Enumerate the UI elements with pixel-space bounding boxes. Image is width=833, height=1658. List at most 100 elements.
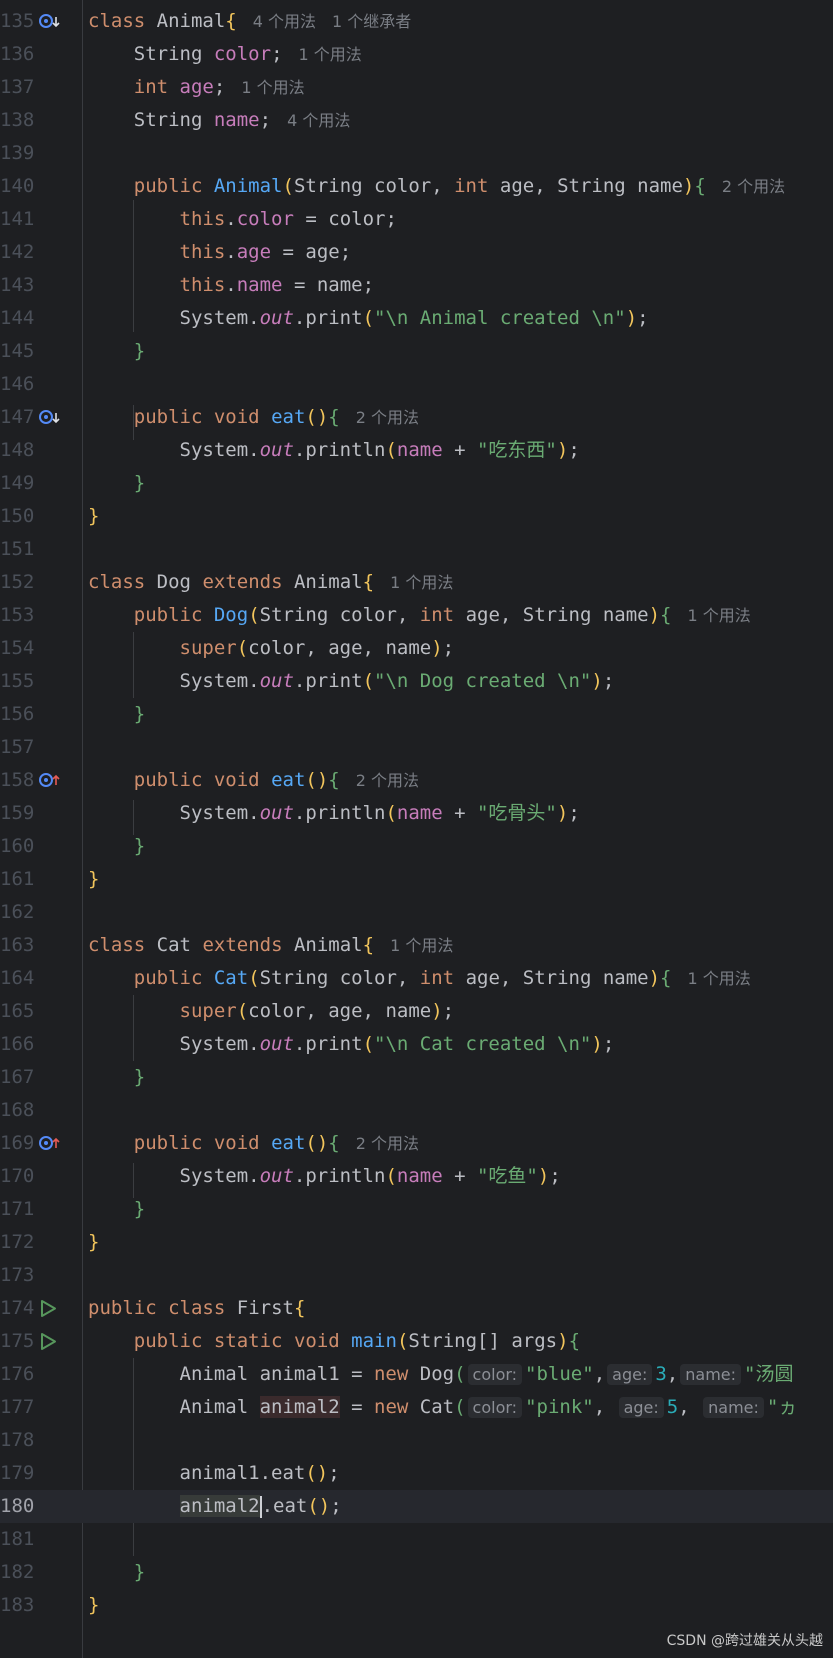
usage-hint[interactable]: 2 个用法 — [356, 1134, 419, 1153]
code-line-144[interactable]: 144 System.out.print("\n Animal created … — [0, 302, 833, 335]
line-number: 142 — [0, 241, 35, 263]
code-text: this.color = color; — [179, 208, 397, 230]
code-text: animal2 .eat(); — [179, 1495, 342, 1518]
usage-hint[interactable]: 4 个用法 — [287, 111, 350, 130]
code-line-137[interactable]: 137 int age; 1 个用法 — [0, 71, 833, 104]
line-number: 178 — [0, 1429, 35, 1451]
code-line-177[interactable]: 177 Animal animal2 = new Cat(color: "pink… — [0, 1391, 833, 1424]
usage-hint[interactable]: 2 个用法 — [722, 177, 785, 196]
line-number: 181 — [0, 1528, 35, 1550]
code-line-174[interactable]: 174 public class First{ — [0, 1292, 833, 1325]
code-line-162[interactable]: 162 — [0, 896, 833, 929]
code-line-176[interactable]: 176 Animal animal1 = new Dog(color: "blue… — [0, 1358, 833, 1391]
code-line-146[interactable]: 146 — [0, 368, 833, 401]
code-line-163[interactable]: 163 class Cat extends Animal{1 个用法 — [0, 929, 833, 962]
code-line-169[interactable]: 169 public void eat(){2 个用法 — [0, 1127, 833, 1160]
code-line-153[interactable]: 153 public Dog(String color, int age, St… — [0, 599, 833, 632]
parameter-hint: age: — [618, 1397, 664, 1418]
code-text: System.out.print("\n Cat created \n"); — [179, 1033, 615, 1055]
usage-hint[interactable]: 1 个用法 — [390, 936, 453, 955]
code-line-143[interactable]: 143 this.name = name; — [0, 269, 833, 302]
code-line-135[interactable]: 135 class Animal{4 个用法 1 个继承者 — [0, 5, 833, 38]
code-line-149[interactable]: 149 } — [0, 467, 833, 500]
line-number: 182 — [0, 1561, 35, 1583]
code-line-166[interactable]: 166 System.out.print("\n Cat created \n"… — [0, 1028, 833, 1061]
code-line-141[interactable]: 141 this.color = color; — [0, 203, 833, 236]
run-gutter-icon[interactable] — [38, 1292, 64, 1325]
code-text: super(color, age, name); — [179, 1000, 455, 1022]
code-line-159[interactable]: 159 System.out.println(name + "吃骨头"); — [0, 797, 833, 830]
parameter-hint: name: — [680, 1364, 742, 1385]
usage-hint[interactable]: 1 个用法 — [688, 606, 751, 625]
code-line-175[interactable]: 175 public static void main(String[] arg… — [0, 1325, 833, 1358]
code-line-158[interactable]: 158 public void eat(){2 个用法 — [0, 764, 833, 797]
code-text: } — [88, 1594, 100, 1616]
overrides-gutter-icon[interactable] — [38, 1127, 64, 1160]
code-line-142[interactable]: 142 this.age = age; — [0, 236, 833, 269]
code-line-168[interactable]: 168 — [0, 1094, 833, 1127]
code-line-145[interactable]: 145 } — [0, 335, 833, 368]
code-line-152[interactable]: 152 class Dog extends Animal{1 个用法 — [0, 566, 833, 599]
line-number: 179 — [0, 1462, 35, 1484]
code-line-156[interactable]: 156 } — [0, 698, 833, 731]
implemented-gutter-icon[interactable] — [38, 401, 64, 434]
code-text: System.out.println(name + "吃骨头"); — [179, 802, 580, 824]
code-line-161[interactable]: 161 } — [0, 863, 833, 896]
code-line-138[interactable]: 138 String name; 4 个用法 — [0, 104, 833, 137]
code-line-182[interactable]: 182 } — [0, 1556, 833, 1589]
code-text: String name; 4 个用法 — [133, 109, 351, 131]
code-line-180-current[interactable]: 180 animal2 .eat(); — [0, 1490, 833, 1523]
implemented-gutter-icon[interactable] — [38, 5, 64, 38]
usage-hint[interactable]: 2 个用法 — [356, 408, 419, 427]
usage-hint[interactable]: 4 个用法 — [253, 12, 316, 31]
code-line-139[interactable]: 139 — [0, 137, 833, 170]
code-line-173[interactable]: 173 — [0, 1259, 833, 1292]
code-line-178[interactable]: 178 — [0, 1424, 833, 1457]
code-line-154[interactable]: 154 super(color, age, name); — [0, 632, 833, 665]
code-line-172[interactable]: 172 } — [0, 1226, 833, 1259]
code-text: } — [133, 340, 146, 362]
usage-hint[interactable]: 1 个用法 — [241, 78, 304, 97]
line-number: 173 — [0, 1264, 35, 1286]
usage-hint[interactable]: 1 个用法 — [299, 45, 362, 64]
code-line-171[interactable]: 171 } — [0, 1193, 833, 1226]
line-number: 180 — [0, 1495, 35, 1517]
overrides-gutter-icon[interactable] — [38, 764, 64, 797]
inheritor-hint[interactable]: 1 个继承者 — [332, 12, 411, 31]
code-text: class Cat extends Animal{1 个用法 — [88, 934, 454, 956]
code-line-148[interactable]: 148 System.out.println(name + "吃东西"); — [0, 434, 833, 467]
code-line-181[interactable]: 181 — [0, 1523, 833, 1556]
code-line-170[interactable]: 170 System.out.println(name + "吃鱼"); — [0, 1160, 833, 1193]
identifier-under-caret: animal2 — [179, 1495, 260, 1517]
code-line-150[interactable]: 150 } — [0, 500, 833, 533]
usage-hint[interactable]: 1 个用法 — [688, 969, 751, 988]
code-line-167[interactable]: 167 } — [0, 1061, 833, 1094]
usage-hint[interactable]: 2 个用法 — [356, 771, 419, 790]
run-gutter-icon[interactable] — [38, 1325, 64, 1358]
code-line-160[interactable]: 160 } — [0, 830, 833, 863]
line-number: 140 — [0, 175, 35, 197]
code-line-147[interactable]: 147 public void eat(){2 个用法 — [0, 401, 833, 434]
line-number: 151 — [0, 538, 35, 560]
code-line-140[interactable]: 140 public Animal(String color, int age,… — [0, 170, 833, 203]
code-line-183[interactable]: 183 } — [0, 1589, 833, 1622]
line-number: 144 — [0, 307, 35, 329]
code-line-165[interactable]: 165 super(color, age, name); — [0, 995, 833, 1028]
line-number: 177 — [0, 1396, 35, 1418]
line-number: 139 — [0, 142, 35, 164]
code-line-179[interactable]: 179 animal1.eat(); — [0, 1457, 833, 1490]
line-number: 167 — [0, 1066, 35, 1088]
code-line-164[interactable]: 164 public Cat(String color, int age, St… — [0, 962, 833, 995]
line-number: 153 — [0, 604, 35, 626]
line-number: 146 — [0, 373, 35, 395]
code-line-136[interactable]: 136 String color; 1 个用法 — [0, 38, 833, 71]
code-text: System.out.print("\n Dog created \n"); — [179, 670, 615, 692]
code-text: System.out.println(name + "吃鱼"); — [179, 1165, 561, 1187]
line-number: 171 — [0, 1198, 35, 1220]
code-line-157[interactable]: 157 — [0, 731, 833, 764]
code-line-151[interactable]: 151 — [0, 533, 833, 566]
code-editor[interactable]: 135 class Animal{4 个用法 1 个继承者 136 String … — [0, 0, 833, 1658]
line-number: 136 — [0, 43, 35, 65]
code-line-155[interactable]: 155 System.out.print("\n Dog created \n"… — [0, 665, 833, 698]
usage-hint[interactable]: 1 个用法 — [390, 573, 453, 592]
